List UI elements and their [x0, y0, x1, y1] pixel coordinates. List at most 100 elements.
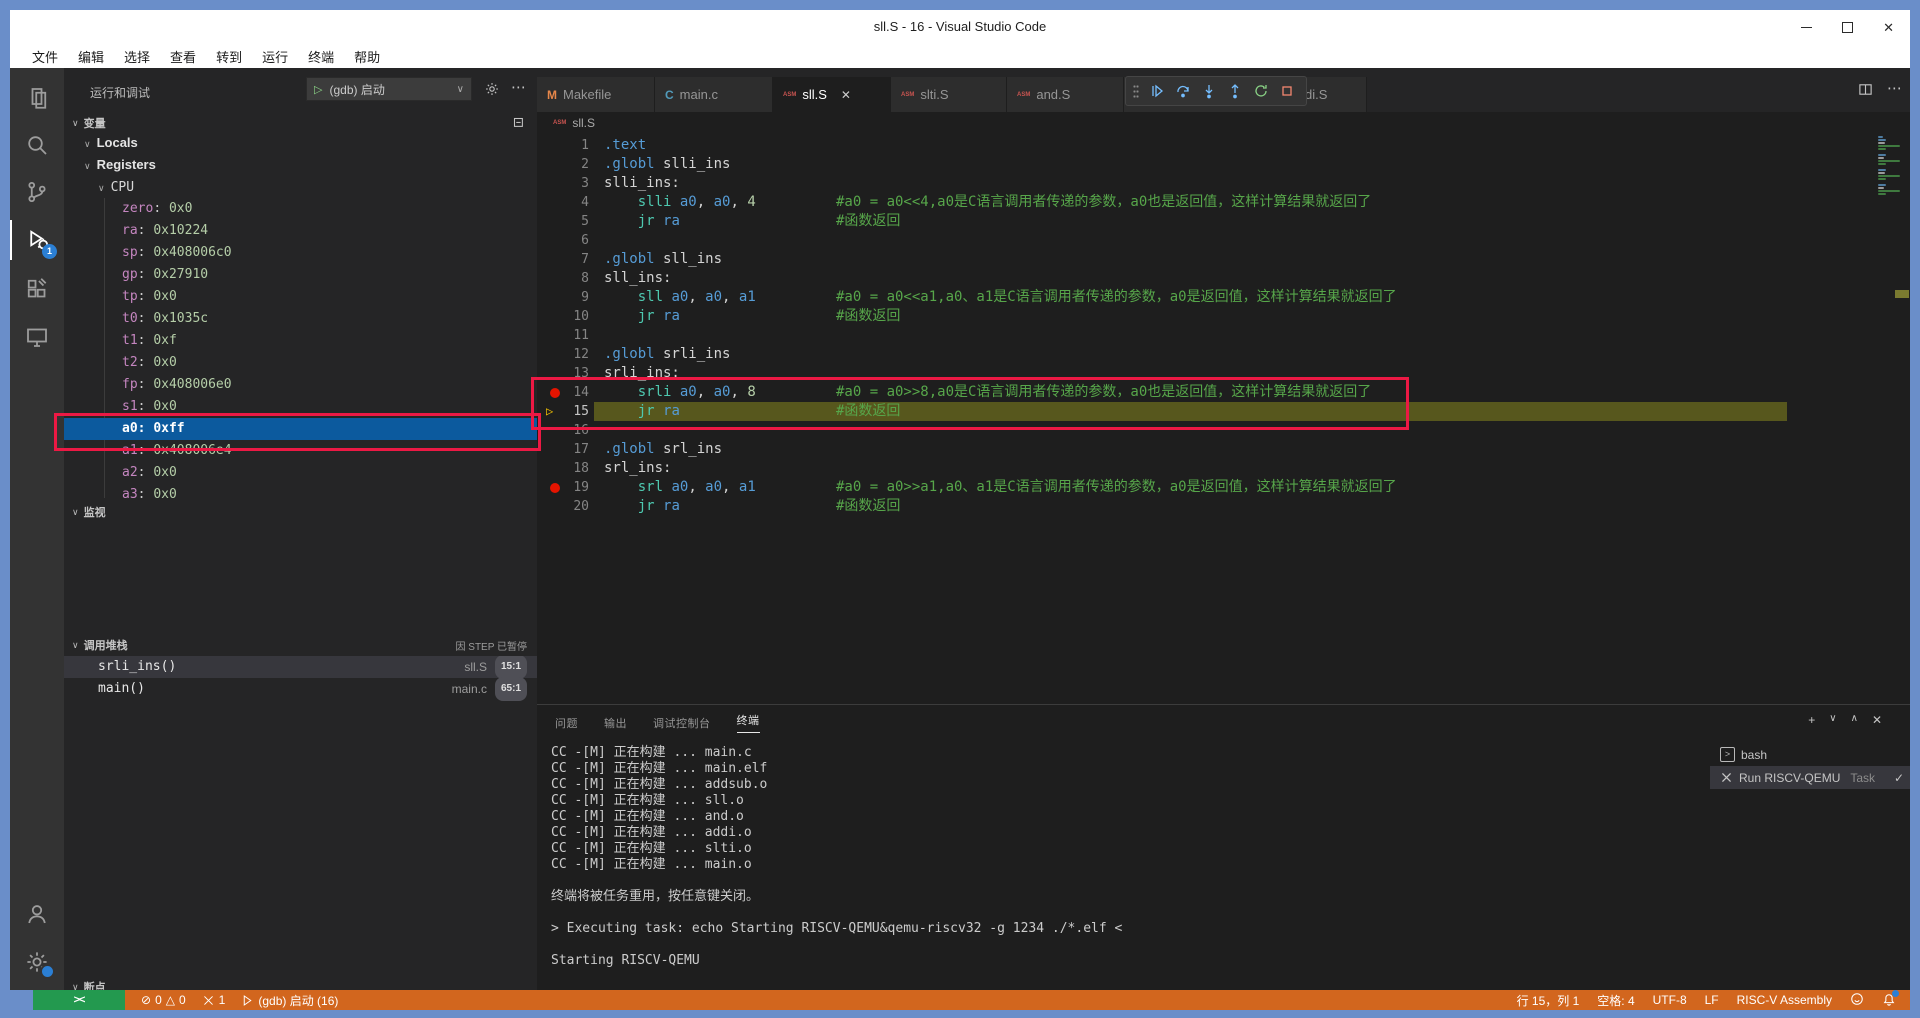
problems-status[interactable]: ⊘ 0 △ 0 — [141, 993, 186, 1007]
code-line-12[interactable]: 12.globl srli_ins — [537, 345, 1910, 364]
register-a1[interactable]: a1: 0x408006e4 — [64, 440, 537, 462]
menu-item[interactable]: 帮助 — [344, 47, 390, 66]
step-into-icon[interactable] — [1198, 80, 1220, 102]
register-tp[interactable]: tp: 0x0 — [64, 286, 537, 308]
close-panel-icon[interactable]: ✕ — [1872, 713, 1882, 727]
watch-section-header[interactable]: ∨ 监视 — [64, 501, 537, 523]
terminal-item-bash[interactable]: > bash — [1710, 743, 1910, 766]
panel-tab-item[interactable]: 输出 — [604, 715, 627, 731]
code-line-18[interactable]: 18srl_ins: — [537, 459, 1910, 478]
code-line-9[interactable]: 9 sll a0, a0, a1#a0 = a0<<a1,a0、a1是C语言调用… — [537, 288, 1910, 307]
step-out-icon[interactable] — [1224, 80, 1246, 102]
title-bar[interactable]: sll.S - 16 - Visual Studio Code ✕ — [10, 10, 1910, 44]
extensions-icon[interactable] — [10, 269, 64, 309]
register-fp[interactable]: fp: 0x408006e0 — [64, 374, 537, 396]
register-s1[interactable]: s1: 0x0 — [64, 396, 537, 418]
maximize-panel-icon[interactable]: ∧ — [1851, 713, 1858, 727]
code-line-1[interactable]: 1.text — [537, 136, 1910, 155]
menu-item[interactable]: 查看 — [160, 47, 206, 66]
register-a0[interactable]: a0: 0xff — [64, 418, 537, 440]
toolbar-drag-handle[interactable] — [1133, 84, 1139, 98]
stack-frame-srli-ins[interactable]: srli_ins() sll.S 15:1 — [64, 656, 537, 678]
register-ra[interactable]: ra: 0x10224 — [64, 220, 537, 242]
panel-tab-item[interactable]: 调试控制台 — [653, 715, 711, 731]
indentation[interactable]: 空格: 4 — [1597, 992, 1634, 1009]
feedback-icon[interactable] — [1850, 992, 1864, 1009]
code-line-2[interactable]: 2.globl slli_ins — [537, 155, 1910, 174]
panel-tab-terminal-active[interactable]: 终端 — [737, 712, 760, 733]
code-line-16[interactable]: 16 — [537, 421, 1910, 440]
register-zero[interactable]: zero: 0x0 — [64, 198, 537, 220]
run-debug-icon[interactable]: 1 — [10, 220, 64, 260]
maximize-icon[interactable] — [1842, 22, 1853, 33]
remote-indicator[interactable]: >< — [33, 990, 125, 1010]
cursor-position[interactable]: 行 15，列 1 — [1517, 992, 1580, 1009]
minimap[interactable] — [1878, 136, 1910, 196]
code-line-13[interactable]: 13srli_ins: — [537, 364, 1910, 383]
breakpoint-dot[interactable] — [550, 388, 560, 398]
close-icon[interactable]: ✕ — [1883, 21, 1894, 34]
code-line-4[interactable]: 4 slli a0, a0, 4#a0 = a0<<4,a0是C语言调用者传递的… — [537, 193, 1910, 212]
code-line-14[interactable]: 14 srli a0, a0, 8#a0 = a0>>8,a0是C语言调用者传递… — [537, 383, 1910, 402]
menu-item[interactable]: 转到 — [206, 47, 252, 66]
code-line-15[interactable]: ▷15 jr ra#函数返回 — [537, 402, 1910, 421]
running-tasks-status[interactable]: 1 — [202, 993, 226, 1007]
breakpoint-dot[interactable] — [550, 483, 560, 493]
encoding[interactable]: UTF-8 — [1653, 993, 1687, 1007]
call-stack-section-header[interactable]: ∨ 调用堆栈 因 STEP 已暂停 — [64, 634, 537, 656]
code-line-5[interactable]: 5 jr ra#函数返回 — [537, 212, 1910, 231]
menu-item[interactable]: 运行 — [252, 47, 298, 66]
search-icon[interactable] — [10, 125, 64, 165]
menu-item[interactable]: 选择 — [114, 47, 160, 66]
code-line-7[interactable]: 7.globl sll_ins — [537, 250, 1910, 269]
register-gp[interactable]: gp: 0x27910 — [64, 264, 537, 286]
more-actions-icon[interactable]: ⋯ — [511, 78, 526, 96]
source-control-icon[interactable] — [10, 172, 64, 212]
register-t2[interactable]: t2: 0x0 — [64, 352, 537, 374]
terminal-output[interactable]: CC -[M] 正在构建 ... main.cCC -[M] 正在构建 ... … — [551, 745, 1700, 986]
menu-item[interactable]: 终端 — [298, 47, 344, 66]
start-debug-icon[interactable]: ▷ — [314, 83, 322, 96]
code-line-19[interactable]: 19 srl a0, a0, a1#a0 = a0>>a1,a0、a1是C语言调… — [537, 478, 1910, 497]
eol-sequence[interactable]: LF — [1705, 993, 1719, 1007]
register-sp[interactable]: sp: 0x408006c0 — [64, 242, 537, 264]
new-terminal-icon[interactable]: + — [1808, 713, 1815, 727]
menu-item[interactable]: 文件 — [22, 47, 68, 66]
stop-icon[interactable] — [1276, 80, 1298, 102]
panel-tab-item[interactable]: 问题 — [555, 715, 578, 731]
terminal-item-task[interactable]: Run RISCV-QEMU Task ✓ — [1710, 766, 1910, 789]
settings-gear-icon[interactable] — [10, 942, 64, 982]
register-a2[interactable]: a2: 0x0 — [64, 462, 537, 484]
debug-session-status[interactable]: (gdb) 启动 (16) — [241, 992, 338, 1009]
account-icon[interactable] — [10, 894, 64, 934]
notifications-bell-icon[interactable] — [1882, 993, 1896, 1007]
variables-section-header[interactable]: ∨ 变量 — [64, 112, 537, 134]
language-mode[interactable]: RISC-V Assembly — [1737, 993, 1832, 1007]
code-line-6[interactable]: 6 — [537, 231, 1910, 250]
debug-gear-icon[interactable] — [484, 81, 500, 102]
explorer-icon[interactable] — [10, 78, 64, 118]
launch-config-dropdown[interactable]: ▷ (gdb) 启动 ∨ — [306, 77, 472, 101]
minimize-icon[interactable] — [1801, 27, 1812, 28]
restart-icon[interactable] — [1250, 80, 1272, 102]
code-line-11[interactable]: 11 — [537, 326, 1910, 345]
register-group-cpu[interactable]: ∨CPU — [64, 176, 537, 198]
stack-frame-main[interactable]: main() main.c 65:1 — [64, 678, 537, 700]
code-line-20[interactable]: 20 jr ra#函数返回 — [537, 497, 1910, 516]
register-t0[interactable]: t0: 0x1035c — [64, 308, 537, 330]
remote-explorer-icon[interactable] — [10, 317, 64, 357]
code-line-3[interactable]: 3slli_ins: — [537, 174, 1910, 193]
menu-item[interactable]: 编辑 — [68, 47, 114, 66]
scope-locals[interactable]: ∨Locals — [64, 132, 537, 154]
code-line-10[interactable]: 10 jr ra#函数返回 — [537, 307, 1910, 326]
collapse-all-icon[interactable] — [511, 115, 525, 132]
register-t1[interactable]: t1: 0xf — [64, 330, 537, 352]
scope-registers[interactable]: ∨Registers — [64, 154, 537, 176]
breakpoints-section-header[interactable]: ∨ 断点 — [64, 976, 537, 990]
register-value: 0x1035c — [153, 311, 208, 326]
code-line-17[interactable]: 17.globl srl_ins — [537, 440, 1910, 459]
terminal-picker-chevron-icon[interactable]: ∨ — [1829, 713, 1836, 727]
continue-icon[interactable] — [1146, 80, 1168, 102]
step-over-icon[interactable] — [1172, 80, 1194, 102]
code-line-8[interactable]: 8sll_ins: — [537, 269, 1910, 288]
